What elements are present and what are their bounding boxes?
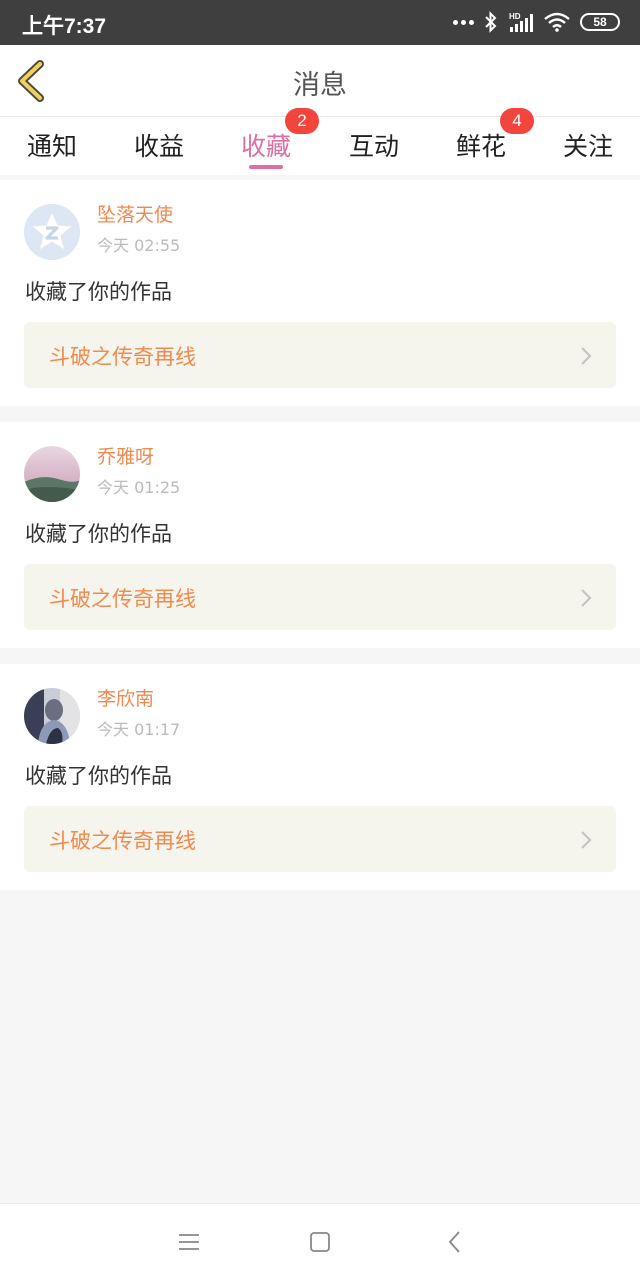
more-dots-icon <box>453 19 474 25</box>
active-tab-indicator <box>249 165 283 169</box>
message-text: 收藏了你的作品 <box>25 280 172 304</box>
default-star-avatar-icon <box>24 204 80 260</box>
message-text: 收藏了你的作品 <box>25 764 172 788</box>
username[interactable]: 坠落天使 <box>97 200 173 227</box>
tab-interaction[interactable]: 互动 <box>334 127 414 163</box>
status-time: 上午7:37 <box>22 15 107 38</box>
message-time: 今天 01:17 <box>97 720 181 739</box>
message-text: 收藏了你的作品 <box>25 522 172 546</box>
back-triangle-icon[interactable] <box>442 1229 468 1255</box>
home-square-icon[interactable] <box>307 1229 333 1255</box>
svg-text:HD: HD <box>509 12 521 21</box>
menu-icon[interactable] <box>176 1229 202 1255</box>
chevron-right-icon <box>581 347 592 365</box>
hd-signal-icon: HD <box>509 12 533 32</box>
avatar[interactable] <box>24 446 80 502</box>
work-title: 斗破之传奇再线 <box>49 345 196 369</box>
message-time: 今天 01:25 <box>97 478 181 497</box>
chevron-right-icon <box>581 831 592 849</box>
work-link[interactable]: 斗破之传奇再线 <box>24 322 616 388</box>
landscape-avatar-image <box>24 446 80 502</box>
tab-notice[interactable]: 通知 <box>12 127 92 163</box>
work-title: 斗破之传奇再线 <box>49 587 196 611</box>
message-card: 坠落天使 今天 02:55 收藏了你的作品 斗破之传奇再线 <box>0 180 640 406</box>
message-time: 今天 02:55 <box>97 236 181 255</box>
wifi-icon <box>544 12 570 32</box>
system-nav-bar <box>0 1203 640 1280</box>
status-bar: 上午7:37 HD 58 <box>0 0 640 45</box>
work-link[interactable]: 斗破之传奇再线 <box>24 806 616 872</box>
work-link[interactable]: 斗破之传奇再线 <box>24 564 616 630</box>
username[interactable]: 乔雅呀 <box>97 442 154 469</box>
tab-follow[interactable]: 关注 <box>548 127 628 163</box>
page-title: 消息 <box>293 70 347 101</box>
favorites-badge: 2 <box>285 108 319 134</box>
header: 消息 <box>0 45 640 117</box>
chevron-right-icon <box>581 589 592 607</box>
status-icons: HD 58 <box>453 8 620 36</box>
message-card: 李欣南 今天 01:17 收藏了你的作品 斗破之传奇再线 <box>0 664 640 890</box>
person-photo-avatar-image <box>24 688 80 744</box>
battery-icon: 58 <box>580 13 620 31</box>
tab-earnings[interactable]: 收益 <box>119 127 199 163</box>
username[interactable]: 李欣南 <box>97 684 154 711</box>
work-title: 斗破之传奇再线 <box>49 829 196 853</box>
avatar[interactable] <box>24 688 80 744</box>
avatar[interactable] <box>24 204 80 260</box>
bluetooth-icon <box>485 11 497 33</box>
battery-level: 58 <box>593 15 607 29</box>
tab-bar: 通知 收益 收藏 互动 鲜花 关注 2 4 <box>0 108 640 175</box>
flowers-badge: 4 <box>500 108 534 134</box>
message-card: 乔雅呀 今天 01:25 收藏了你的作品 斗破之传奇再线 <box>0 422 640 648</box>
